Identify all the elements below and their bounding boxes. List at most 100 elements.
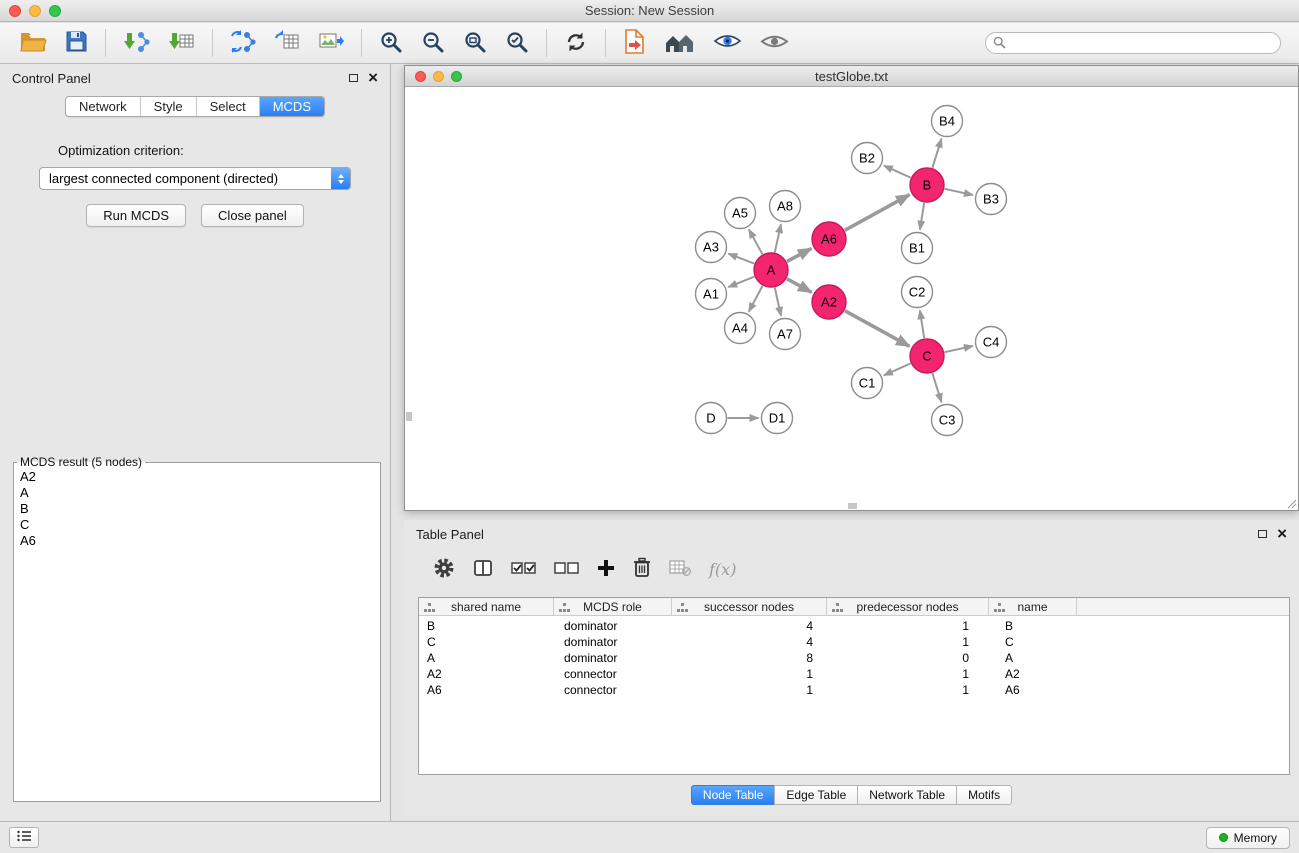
column-header-predecessor-nodes[interactable]: predecessor nodes xyxy=(827,598,989,615)
save-session-button[interactable] xyxy=(63,28,90,58)
memory-button[interactable]: Memory xyxy=(1206,827,1290,849)
node-C2[interactable]: C2 xyxy=(902,277,933,308)
close-network-window-button[interactable] xyxy=(415,71,426,82)
birds-eye-view-button[interactable] xyxy=(662,29,697,58)
tab-motifs[interactable]: Motifs xyxy=(956,785,1012,805)
list-item[interactable]: C xyxy=(14,517,380,533)
list-item[interactable]: A xyxy=(14,485,380,501)
node-C[interactable]: C xyxy=(910,339,944,373)
node-A4[interactable]: A4 xyxy=(725,313,756,344)
zoom-in-button[interactable] xyxy=(377,28,405,59)
resize-grip[interactable] xyxy=(1285,497,1297,509)
tab-network[interactable]: Network xyxy=(66,97,140,116)
unselect-all-columns-button[interactable] xyxy=(554,559,579,580)
node-A3[interactable]: A3 xyxy=(696,232,727,263)
edge-A-A4[interactable] xyxy=(749,286,763,312)
show-panels-button[interactable] xyxy=(9,827,39,848)
table-row[interactable]: Bdominator41B xyxy=(419,618,1289,634)
node-B1[interactable]: B1 xyxy=(902,233,933,264)
column-header-name[interactable]: name xyxy=(989,598,1077,615)
node-A2[interactable]: A2 xyxy=(812,285,846,319)
zoom-network-window-button[interactable] xyxy=(451,71,462,82)
table-row[interactable]: A6connector11A6 xyxy=(419,682,1289,698)
list-item[interactable]: A2 xyxy=(14,469,380,485)
network-canvas[interactable]: AA2A6BCA1A3A4A5A7A8B1B2B3B4C1C2C3C4DD1 xyxy=(405,87,1298,510)
close-panel-button[interactable]: Close panel xyxy=(201,204,304,227)
tab-mcds[interactable]: MCDS xyxy=(259,97,324,116)
close-panel-icon[interactable]: × xyxy=(368,72,378,84)
node-D[interactable]: D xyxy=(696,403,727,434)
import-network-from-database-button[interactable] xyxy=(228,28,258,58)
edge-C-C2[interactable] xyxy=(920,310,924,338)
list-item[interactable]: A6 xyxy=(14,533,380,549)
edge-C-C3[interactable] xyxy=(932,373,941,402)
table-row[interactable]: A2connector11A2 xyxy=(419,666,1289,682)
vertical-scroll-indicator[interactable] xyxy=(406,412,412,421)
graphics-details-button[interactable] xyxy=(711,29,744,57)
edge-A6-B[interactable] xyxy=(845,195,910,231)
network-window-titlebar[interactable]: testGlobe.txt xyxy=(405,66,1298,87)
edge-A-A6[interactable] xyxy=(787,248,812,261)
table-settings-button[interactable] xyxy=(433,557,455,582)
column-header-mcds-role[interactable]: MCDS role xyxy=(554,598,672,615)
horizontal-scroll-indicator[interactable] xyxy=(848,503,857,509)
search-input[interactable] xyxy=(985,32,1281,54)
node-B2[interactable]: B2 xyxy=(852,143,883,174)
tab-node-table[interactable]: Node Table xyxy=(691,785,776,805)
export-network-image-button[interactable] xyxy=(316,28,346,58)
refresh-layout-button[interactable] xyxy=(562,28,590,59)
edge-A-A1[interactable] xyxy=(728,277,754,287)
tab-edge-table[interactable]: Edge Table xyxy=(774,785,858,805)
select-all-columns-button[interactable] xyxy=(511,559,536,580)
node-A1[interactable]: A1 xyxy=(696,279,727,310)
column-header-shared-name[interactable]: shared name xyxy=(419,598,554,615)
import-table-from-database-button[interactable] xyxy=(272,28,302,58)
node-B3[interactable]: B3 xyxy=(976,184,1007,215)
delete-column-button[interactable] xyxy=(633,557,651,581)
minimize-network-window-button[interactable] xyxy=(433,71,444,82)
import-network-from-file-button[interactable] xyxy=(121,28,152,58)
function-builder-button[interactable]: f(x) xyxy=(709,560,736,579)
edge-B-B3[interactable] xyxy=(945,189,973,195)
import-table-from-file-button[interactable] xyxy=(166,28,197,58)
edge-C-C4[interactable] xyxy=(945,346,973,352)
edge-A-A5[interactable] xyxy=(749,229,763,254)
float-table-panel-icon[interactable] xyxy=(1258,530,1267,538)
edge-B-B4[interactable] xyxy=(932,139,941,168)
open-session-button[interactable] xyxy=(17,28,49,58)
table-row[interactable]: Cdominator41C xyxy=(419,634,1289,650)
delete-table-button[interactable] xyxy=(669,558,691,580)
node-A7[interactable]: A7 xyxy=(770,319,801,350)
tab-style[interactable]: Style xyxy=(140,97,196,116)
hide-details-button[interactable] xyxy=(758,30,791,56)
column-header-successor-nodes[interactable]: successor nodes xyxy=(672,598,827,615)
edge-B-B2[interactable] xyxy=(884,166,911,178)
node-A[interactable]: A xyxy=(754,253,788,287)
list-item[interactable]: B xyxy=(14,501,380,517)
zoom-window-button[interactable] xyxy=(49,5,61,17)
tab-network-table[interactable]: Network Table xyxy=(857,785,957,805)
edge-A-A8[interactable] xyxy=(775,224,781,252)
create-column-button[interactable] xyxy=(597,559,615,580)
search-field[interactable] xyxy=(985,32,1281,54)
close-table-panel-icon[interactable]: × xyxy=(1277,528,1287,540)
edge-A2-C[interactable] xyxy=(845,311,910,347)
node-B4[interactable]: B4 xyxy=(932,106,963,137)
table-row[interactable]: Adominator80A xyxy=(419,650,1289,666)
run-mcds-button[interactable]: Run MCDS xyxy=(86,204,186,227)
optimization-criterion-select[interactable]: largest connected component (directed) xyxy=(39,167,351,190)
edge-C-C1[interactable] xyxy=(884,363,911,375)
edge-A-A2[interactable] xyxy=(787,279,812,293)
zoom-fit-button[interactable] xyxy=(461,28,489,59)
node-D1[interactable]: D1 xyxy=(762,403,793,434)
open-document-button[interactable] xyxy=(621,26,648,60)
zoom-selected-button[interactable] xyxy=(503,28,531,59)
edge-A-A7[interactable] xyxy=(775,288,781,316)
minimize-window-button[interactable] xyxy=(29,5,41,17)
node-A6[interactable]: A6 xyxy=(812,222,846,256)
tab-select[interactable]: Select xyxy=(196,97,259,116)
node-B[interactable]: B xyxy=(910,168,944,202)
zoom-out-button[interactable] xyxy=(419,28,447,59)
node-C3[interactable]: C3 xyxy=(932,405,963,436)
close-window-button[interactable] xyxy=(9,5,21,17)
